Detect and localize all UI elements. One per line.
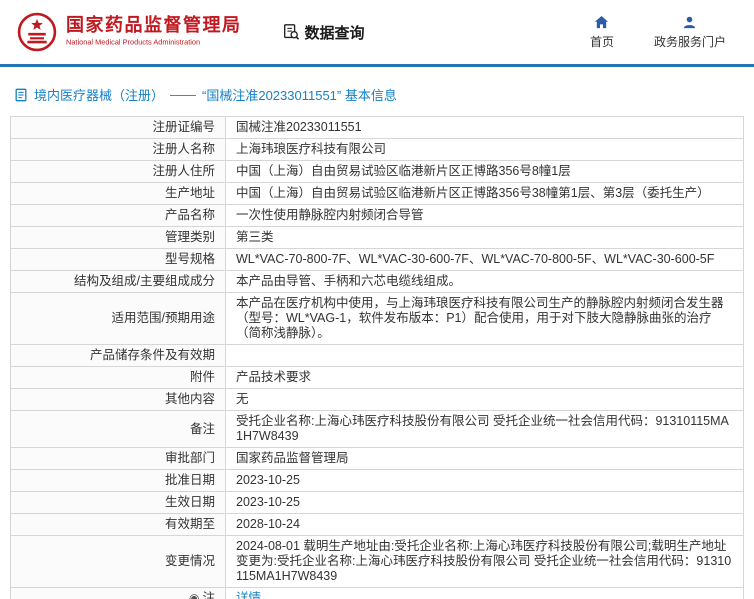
breadcrumb: 境内医疗器械（注册） —— “国械注准20233011551” 基本信息 bbox=[14, 85, 740, 104]
table-row: 备注受托企业名称:上海心玮医疗科技股份有限公司 受托企业统一社会信用代码：913… bbox=[11, 411, 744, 448]
table-row: 管理类别第三类 bbox=[11, 227, 744, 249]
home-icon bbox=[594, 15, 609, 30]
row-label: 变更情况 bbox=[11, 536, 226, 588]
document-icon bbox=[14, 88, 28, 102]
row-label: 注册人名称 bbox=[11, 139, 226, 161]
row-label: 生效日期 bbox=[11, 492, 226, 514]
table-row: 型号规格WL*VAC-70-800-7F、WL*VAC-30-600-7F、WL… bbox=[11, 249, 744, 271]
data-query-icon bbox=[282, 23, 300, 41]
row-value: 国械注准20233011551 bbox=[226, 117, 744, 139]
table-row: 产品名称一次性使用静脉腔内射频闭合导管 bbox=[11, 205, 744, 227]
row-value: 国家药品监督管理局 bbox=[226, 448, 744, 470]
row-value: 本产品在医疗机构中使用，与上海玮琅医疗科技有限公司生产的静脉腔内射频闭合发生器（… bbox=[226, 293, 744, 345]
table-row: 适用范围/预期用途本产品在医疗机构中使用，与上海玮琅医疗科技有限公司生产的静脉腔… bbox=[11, 293, 744, 345]
nav-home[interactable]: 首页 bbox=[590, 15, 614, 50]
info-table-body: 注册证编号国械注准20233011551注册人名称上海玮琅医疗科技有限公司注册人… bbox=[11, 117, 744, 599]
national-emblem-icon bbox=[16, 11, 58, 53]
row-label: 型号规格 bbox=[11, 249, 226, 271]
data-query-heading: 数据查询 bbox=[282, 22, 365, 43]
table-row: 附件产品技术要求 bbox=[11, 367, 744, 389]
table-row: 有效期至2028-10-24 bbox=[11, 514, 744, 536]
row-label: 注册证编号 bbox=[11, 117, 226, 139]
top-nav: 首页 政务服务门户 bbox=[590, 15, 736, 50]
row-value: 产品技术要求 bbox=[226, 367, 744, 389]
row-label: 产品储存条件及有效期 bbox=[11, 345, 226, 367]
agency-name: 国家药品监督管理局 bbox=[66, 16, 242, 36]
person-icon bbox=[682, 15, 697, 30]
registration-info-table: 注册证编号国械注准20233011551注册人名称上海玮琅医疗科技有限公司注册人… bbox=[10, 116, 744, 599]
header: 国家药品监督管理局 National Medical Products Admi… bbox=[0, 0, 754, 64]
row-value: 无 bbox=[226, 389, 744, 411]
nav-home-label: 首页 bbox=[590, 33, 614, 50]
row-label: 审批部门 bbox=[11, 448, 226, 470]
row-value: 详情 bbox=[226, 588, 744, 599]
row-label: 附件 bbox=[11, 367, 226, 389]
detail-link[interactable]: 详情 bbox=[236, 591, 261, 599]
breadcrumb-category: 境内医疗器械（注册） bbox=[34, 85, 164, 104]
row-label: 备注 bbox=[11, 411, 226, 448]
breadcrumb-dash: —— bbox=[170, 87, 196, 102]
table-row: 注册人名称上海玮琅医疗科技有限公司 bbox=[11, 139, 744, 161]
row-value: 中国（上海）自由贸易试验区临港新片区正博路356号38幢第1层、第3层（委托生产… bbox=[226, 183, 744, 205]
row-label: 批准日期 bbox=[11, 470, 226, 492]
row-label: 生产地址 bbox=[11, 183, 226, 205]
row-value: 第三类 bbox=[226, 227, 744, 249]
row-value: 受托企业名称:上海心玮医疗科技股份有限公司 受托企业统一社会信用代码：91310… bbox=[226, 411, 744, 448]
row-value: 2024-08-01 载明生产地址由:受托企业名称:上海心玮医疗科技股份有限公司… bbox=[226, 536, 744, 588]
row-value: 中国（上海）自由贸易试验区临港新片区正博路356号8幢1层 bbox=[226, 161, 744, 183]
row-label: 管理类别 bbox=[11, 227, 226, 249]
data-query-label: 数据查询 bbox=[305, 22, 365, 43]
row-label: 结构及组成/主要组成成分 bbox=[11, 271, 226, 293]
row-value: 2023-10-25 bbox=[226, 492, 744, 514]
note-icon: ◉ bbox=[189, 591, 199, 599]
nav-portal-label: 政务服务门户 bbox=[654, 33, 726, 50]
table-row: 产品储存条件及有效期 bbox=[11, 345, 744, 367]
row-value: 上海玮琅医疗科技有限公司 bbox=[226, 139, 744, 161]
brand: 国家药品监督管理局 National Medical Products Admi… bbox=[16, 11, 242, 53]
row-value: 2028-10-24 bbox=[226, 514, 744, 536]
row-label: 产品名称 bbox=[11, 205, 226, 227]
brand-text: 国家药品监督管理局 National Medical Products Admi… bbox=[66, 16, 242, 48]
table-row: 生效日期2023-10-25 bbox=[11, 492, 744, 514]
table-row: 审批部门国家药品监督管理局 bbox=[11, 448, 744, 470]
row-value: WL*VAC-70-800-7F、WL*VAC-30-600-7F、WL*VAC… bbox=[226, 249, 744, 271]
row-label: ◉注 bbox=[11, 588, 226, 599]
main-content: 境内医疗器械（注册） —— “国械注准20233011551” 基本信息 注册证… bbox=[0, 67, 754, 599]
row-value bbox=[226, 345, 744, 367]
row-label: 其他内容 bbox=[11, 389, 226, 411]
table-row: 注册证编号国械注准20233011551 bbox=[11, 117, 744, 139]
row-value: 2023-10-25 bbox=[226, 470, 744, 492]
table-row: 生产地址中国（上海）自由贸易试验区临港新片区正博路356号38幢第1层、第3层（… bbox=[11, 183, 744, 205]
table-row: 注册人住所中国（上海）自由贸易试验区临港新片区正博路356号8幢1层 bbox=[11, 161, 744, 183]
row-label: 注册人住所 bbox=[11, 161, 226, 183]
table-row: 变更情况2024-08-01 载明生产地址由:受托企业名称:上海心玮医疗科技股份… bbox=[11, 536, 744, 588]
agency-name-en: National Medical Products Administration bbox=[66, 39, 210, 47]
table-row: 其他内容无 bbox=[11, 389, 744, 411]
table-row: ◉注 详情 bbox=[11, 588, 744, 599]
row-value: 本产品由导管、手柄和六芯电缆线组成。 bbox=[226, 271, 744, 293]
nav-portal[interactable]: 政务服务门户 bbox=[654, 15, 726, 50]
row-label: 有效期至 bbox=[11, 514, 226, 536]
table-row: 批准日期2023-10-25 bbox=[11, 470, 744, 492]
row-value: 一次性使用静脉腔内射频闭合导管 bbox=[226, 205, 744, 227]
breadcrumb-title: “国械注准20233011551” 基本信息 bbox=[202, 85, 397, 104]
row-label: 适用范围/预期用途 bbox=[11, 293, 226, 345]
table-row: 结构及组成/主要组成成分本产品由导管、手柄和六芯电缆线组成。 bbox=[11, 271, 744, 293]
